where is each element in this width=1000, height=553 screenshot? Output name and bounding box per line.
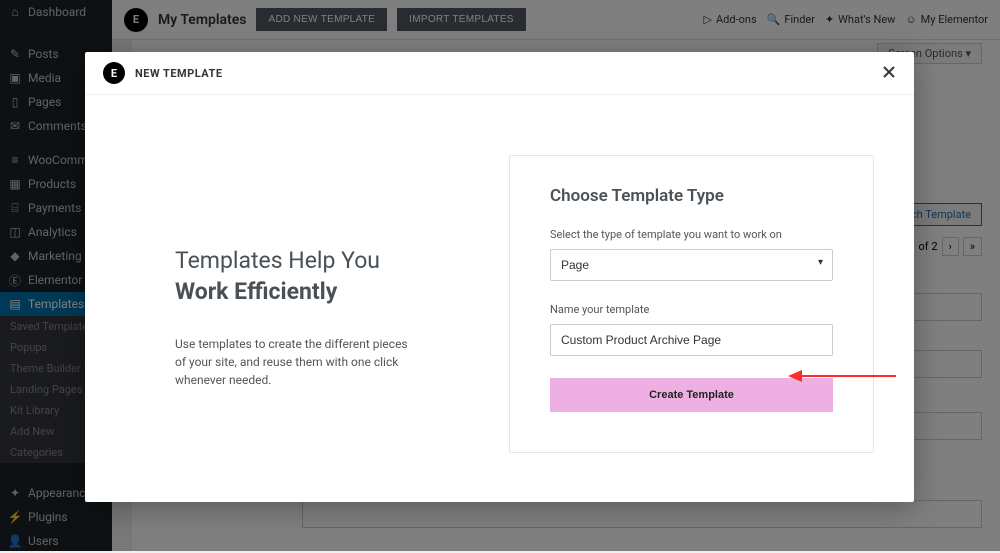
modal-header: E NEW TEMPLATE <box>85 52 914 95</box>
modal-left-column: Templates Help You Work Efficiently Use … <box>125 155 469 453</box>
new-template-modal: E NEW TEMPLATE Templates Help You Work E… <box>85 52 914 502</box>
modal-heading: Templates Help You Work Efficiently <box>175 245 469 307</box>
select-label: Select the type of template you want to … <box>550 228 833 241</box>
elementor-logo-icon: E <box>103 62 125 84</box>
create-template-button[interactable]: Create Template <box>550 378 833 412</box>
template-type-select[interactable]: Page <box>550 249 833 281</box>
form-title: Choose Template Type <box>550 186 833 206</box>
modal-title: NEW TEMPLATE <box>135 67 223 80</box>
modal-form: Choose Template Type Select the type of … <box>509 155 874 453</box>
template-type-select-wrap: Page <box>550 249 833 281</box>
modal-description: Use templates to create the different pi… <box>175 335 415 389</box>
modal-body: Templates Help You Work Efficiently Use … <box>85 95 914 493</box>
template-name-input[interactable] <box>550 324 833 356</box>
heading-line1: Templates Help You <box>175 247 380 274</box>
close-icon <box>882 65 896 79</box>
close-button[interactable] <box>882 64 896 83</box>
heading-line2: Work Efficiently <box>175 276 469 307</box>
name-label: Name your template <box>550 303 833 316</box>
